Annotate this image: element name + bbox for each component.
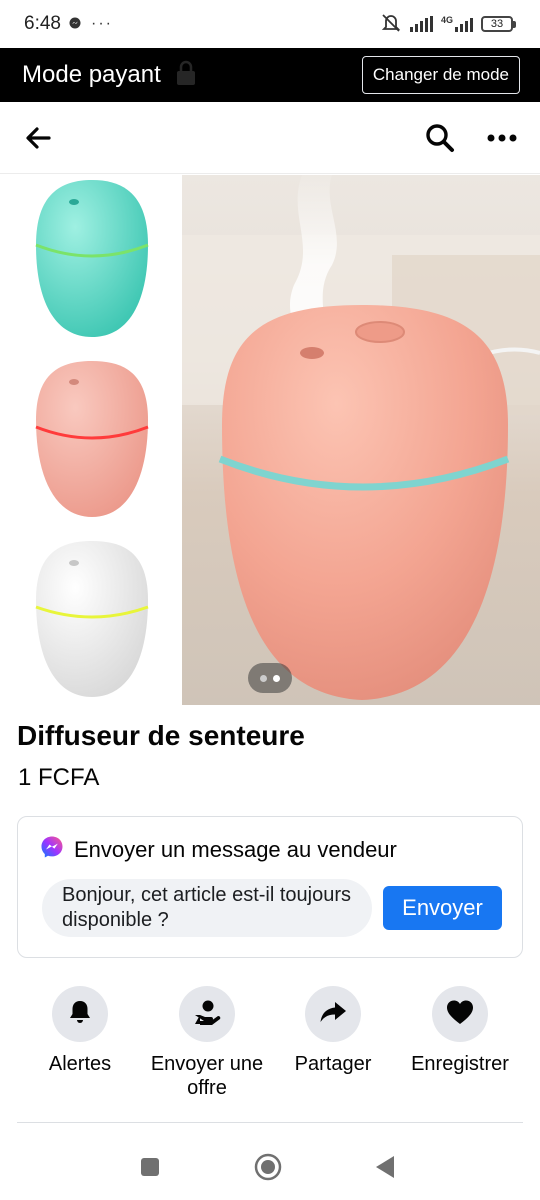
lock-icon xyxy=(175,60,197,91)
messenger-icon xyxy=(40,835,64,864)
alerts-button[interactable]: Alertes xyxy=(15,986,145,1076)
battery-level: 33 xyxy=(481,16,513,32)
header xyxy=(0,102,540,174)
search-icon[interactable] xyxy=(420,118,460,158)
message-seller-card: Envoyer un message au vendeur Bonjour, c… xyxy=(17,816,523,958)
main-photo xyxy=(182,175,540,705)
send-offer-button[interactable]: Envoyer une offre xyxy=(142,986,272,1100)
pink-humidifier xyxy=(218,305,510,700)
mute-icon xyxy=(380,13,402,36)
battery-icon: 33 xyxy=(481,16,516,32)
save-button[interactable]: Enregistrer xyxy=(395,986,525,1076)
pager-dot xyxy=(260,674,267,682)
send-offer-label: Envoyer une offre xyxy=(150,1053,264,1099)
share-label: Partager xyxy=(294,1053,372,1075)
offer-icon xyxy=(193,998,221,1031)
product-photo[interactable] xyxy=(0,175,540,705)
messenger-notification-icon xyxy=(69,16,81,32)
send-button[interactable]: Envoyer xyxy=(383,886,502,930)
action-buttons: Alertes Envoyer une offre Partager Enreg… xyxy=(0,986,540,1106)
message-input[interactable]: Bonjour, cet article est-il toujours dis… xyxy=(42,879,372,937)
teal-humidifier xyxy=(35,180,149,337)
back-icon[interactable] xyxy=(368,1150,402,1184)
alerts-label: Alertes xyxy=(48,1053,112,1075)
status-bar: 6:48 ··· 4G 33 xyxy=(0,0,540,48)
network-type: 4G xyxy=(440,15,453,25)
back-arrow-icon[interactable] xyxy=(18,118,58,158)
bell-icon xyxy=(68,999,92,1030)
product-price: 1 FCFA xyxy=(18,764,100,791)
mode-banner: Mode payant Changer de mode xyxy=(0,48,540,102)
share-button[interactable]: Partager xyxy=(268,986,398,1076)
change-mode-button[interactable]: Changer de mode xyxy=(361,56,520,94)
signal-icon xyxy=(409,16,433,32)
white-humidifier xyxy=(35,541,149,697)
message-title: Envoyer un message au vendeur xyxy=(74,836,397,862)
product-title: Diffuseur de senteure xyxy=(17,720,305,751)
pager-dot-active xyxy=(273,674,280,682)
pink-humidifier-thumb xyxy=(35,361,149,517)
recent-apps-icon[interactable] xyxy=(133,1150,167,1184)
photo-pager[interactable] xyxy=(248,663,292,693)
photo-thumbnails xyxy=(0,175,182,705)
more-options-icon[interactable] xyxy=(482,118,522,158)
system-nav-bar xyxy=(0,1134,540,1200)
more-notifications-icon: ··· xyxy=(90,15,113,32)
share-icon xyxy=(319,1000,347,1029)
home-icon[interactable] xyxy=(251,1150,285,1184)
mobile-signal-icon xyxy=(455,16,473,32)
status-time: 6:48 xyxy=(24,13,61,34)
save-label: Enregistrer xyxy=(411,1053,509,1075)
divider xyxy=(17,1122,523,1123)
heart-icon xyxy=(446,999,474,1030)
mode-label: Mode payant xyxy=(22,61,161,88)
